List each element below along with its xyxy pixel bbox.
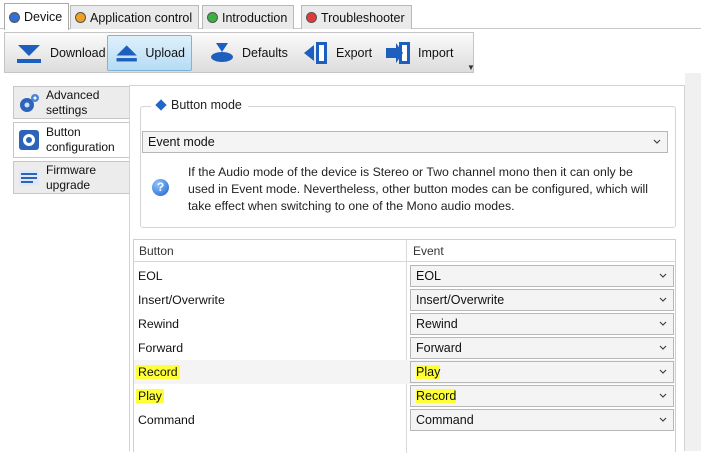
- event-value: EOL: [416, 269, 442, 283]
- import-button[interactable]: Import: [377, 35, 460, 71]
- side-panel: Advanced settings Button configuration F…: [13, 86, 131, 196]
- sidebar-item-firmware-upgrade[interactable]: Firmware upgrade: [13, 161, 130, 194]
- column-header-event: Event: [413, 244, 444, 258]
- button-name: EOL: [138, 269, 163, 283]
- chevron-down-icon: [659, 417, 667, 422]
- tab-application-control-label: Application control: [90, 10, 193, 25]
- event-value: Insert/Overwrite: [416, 293, 505, 307]
- defaults-label: Defaults: [242, 46, 288, 60]
- download-label: Download: [50, 46, 106, 60]
- table-row: Play Record: [134, 384, 675, 408]
- export-label: Export: [336, 46, 373, 60]
- button-mode-title: Button mode: [171, 98, 242, 112]
- firmware-icon: [19, 169, 39, 186]
- table-row: Insert/Overwrite Insert/Overwrite: [134, 288, 675, 312]
- table-row: EOL EOL: [134, 264, 675, 288]
- upload-label: Upload: [145, 46, 185, 60]
- download-button[interactable]: Download: [7, 35, 113, 71]
- upload-icon: [116, 45, 137, 62]
- event-value: Command: [416, 413, 474, 427]
- chevron-down-icon: [659, 345, 667, 350]
- button-mode-legend: Button mode: [151, 98, 248, 112]
- export-icon: [304, 42, 327, 64]
- diamond-icon: [155, 99, 167, 111]
- troubleshooter-status-icon: [306, 12, 317, 23]
- button-name: Play: [136, 389, 164, 403]
- tab-introduction-label: Introduction: [222, 10, 288, 25]
- event-select[interactable]: Record: [410, 385, 674, 407]
- import-label: Import: [418, 46, 454, 60]
- button-mode-value: Event mode: [148, 135, 215, 149]
- upload-button[interactable]: Upload: [107, 35, 192, 71]
- event-select[interactable]: Insert/Overwrite: [410, 289, 674, 311]
- chevron-down-icon: [659, 297, 667, 302]
- button-config-icon: [19, 130, 39, 150]
- event-value: Play: [416, 365, 441, 379]
- button-name: Insert/Overwrite: [138, 293, 225, 307]
- tab-application-control[interactable]: Application control: [70, 5, 200, 29]
- button-configuration-panel: Button mode Event mode ? If the Audio mo…: [129, 85, 685, 453]
- button-event-table: Button Event EOL EOL Insert/Overwrite In…: [133, 239, 676, 453]
- chevron-down-icon: [659, 321, 667, 326]
- sidebar-item-advanced-settings[interactable]: Advanced settings: [13, 86, 130, 119]
- chevron-down-icon: [659, 393, 667, 398]
- toolbar: Download Upload Defaults Export Import ▼: [4, 32, 475, 73]
- table-header: Button Event: [134, 240, 675, 262]
- vertical-scrollbar[interactable]: [685, 73, 701, 451]
- table-row: Command Command: [134, 408, 675, 432]
- event-value: Rewind: [416, 317, 458, 331]
- table-row: Forward Forward: [134, 336, 675, 360]
- sidebar-item-label: Button configuration: [46, 125, 115, 154]
- chevron-down-icon: [653, 139, 661, 144]
- introduction-status-icon: [207, 12, 218, 23]
- application-control-status-icon: [75, 12, 86, 23]
- button-name: Command: [138, 413, 195, 427]
- button-name: Record: [136, 365, 180, 379]
- defaults-icon: [211, 43, 233, 62]
- event-select[interactable]: Play: [410, 361, 674, 383]
- button-mode-info-text: If the Audio mode of the device is Stere…: [188, 165, 649, 213]
- top-tab-bar: Device Application control Introduction …: [0, 0, 701, 30]
- event-value: Record: [416, 389, 457, 403]
- device-status-icon: [9, 11, 20, 23]
- download-icon: [17, 45, 41, 63]
- table-row: Rewind Rewind: [134, 312, 675, 336]
- button-name: Forward: [138, 341, 184, 355]
- import-icon: [386, 42, 410, 64]
- tab-device[interactable]: Device: [4, 3, 70, 30]
- sidebar-item-label: Advanced settings: [46, 87, 100, 117]
- sidebar-item-button-configuration[interactable]: Button configuration: [13, 122, 131, 158]
- button-mode-select[interactable]: Event mode: [142, 131, 668, 153]
- chevron-down-icon: [659, 273, 667, 278]
- question-icon: ?: [152, 179, 169, 196]
- tab-device-label: Device: [24, 10, 63, 24]
- table-row: Record Play: [134, 360, 675, 384]
- tab-introduction[interactable]: Introduction: [202, 5, 295, 29]
- button-name: Rewind: [138, 317, 180, 331]
- event-select[interactable]: Command: [410, 409, 674, 431]
- gears-icon: [20, 93, 39, 112]
- event-select[interactable]: Forward: [410, 337, 674, 359]
- event-select[interactable]: Rewind: [410, 313, 674, 335]
- defaults-button[interactable]: Defaults: [201, 35, 295, 71]
- column-header-button: Button: [139, 244, 174, 258]
- chevron-down-icon: [659, 369, 667, 374]
- export-button[interactable]: Export: [295, 35, 379, 71]
- tab-troubleshooter[interactable]: Troubleshooter: [301, 5, 412, 29]
- event-value: Forward: [416, 341, 462, 355]
- event-select[interactable]: EOL: [410, 265, 674, 287]
- tab-troubleshooter-label: Troubleshooter: [321, 10, 405, 25]
- sidebar-item-label: Firmware upgrade: [46, 162, 96, 192]
- toolbar-overflow-icon[interactable]: ▼: [467, 63, 475, 72]
